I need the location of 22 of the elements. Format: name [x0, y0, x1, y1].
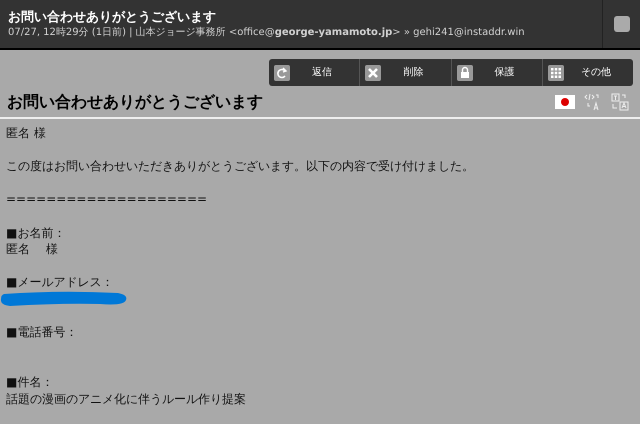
subject-heading: お問い合わせありがとうございます — [7, 94, 263, 110]
body-text: 話題の漫画のアニメ化に伴うルール作り提案 — [6, 392, 246, 406]
flag-icon[interactable] — [555, 95, 575, 109]
message-title: お問い合わせありがとうございます — [8, 10, 217, 24]
toolbar-button[interactable]: その他 — [542, 59, 633, 86]
body-text: ■電話番号： — [6, 325, 78, 340]
toolbar-button[interactable]: 返信 — [269, 59, 360, 86]
toolbar-button[interactable]: 削除 — [359, 59, 450, 86]
body-text: ■件名： — [6, 374, 54, 389]
body-text: ■お名前： — [6, 226, 66, 240]
grid-icon — [548, 64, 564, 80]
close-icon — [365, 64, 382, 80]
body-text: ==================== — [6, 192, 208, 206]
lock-icon — [456, 64, 472, 80]
body-text: 匿名 様 — [6, 126, 46, 140]
body-text: この度はお問い合わせいただきありがとうございます。以下の内容で受け付けました。 — [6, 159, 474, 174]
toolbar-button[interactable]: 保護 — [450, 59, 542, 86]
body-text: 匿名 様 — [6, 242, 58, 256]
message-meta: 07/27, 12時29分 (1日前) | 山本ジョージ事務所 <office@george-yamamoto.jp> » gehi241@instaddr.win — [8, 28, 526, 38]
reply-icon — [274, 64, 290, 80]
select-checkbox[interactable] — [614, 16, 630, 32]
body-text: ■メールアドレス： — [6, 275, 114, 290]
